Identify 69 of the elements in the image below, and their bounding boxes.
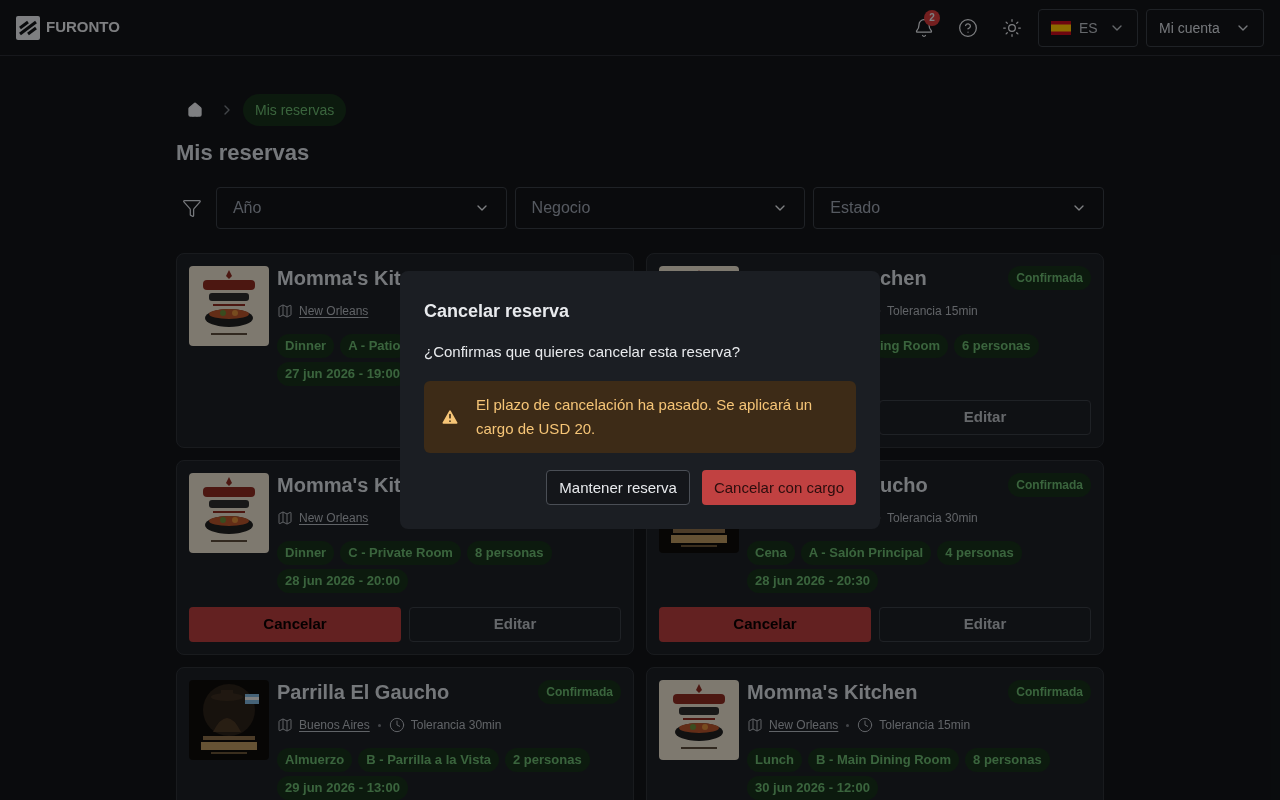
theme-toggle-icon[interactable]	[1002, 17, 1022, 38]
date-tag: 30 jun 2026 - 12:00	[747, 776, 878, 800]
notifications-button[interactable]: 2	[906, 9, 942, 46]
tag: A - Salón Principal	[800, 541, 932, 565]
tolerance-text: Tolerancia 30min	[410, 717, 502, 733]
language-select[interactable]: ES	[1038, 8, 1138, 47]
tolerance-text: Tolerancia 15min	[879, 717, 971, 733]
location-link[interactable]: New Orleans	[299, 510, 369, 526]
location-link[interactable]: New Orleans	[769, 717, 839, 733]
spain-flag-icon	[1051, 20, 1071, 35]
tag: Dinner	[277, 541, 335, 565]
status-badge: Confirmada	[1008, 680, 1091, 704]
help-icon[interactable]	[958, 17, 978, 38]
dialog-title: Cancelar reserva	[424, 299, 571, 323]
location-link[interactable]: New Orleans	[299, 303, 369, 319]
tag: 2 personas	[505, 748, 590, 772]
tag: Cena	[747, 541, 795, 565]
confirm-cancel-button[interactable]: Cancelar con cargo	[701, 470, 856, 506]
map-icon	[747, 717, 763, 733]
date-tag: 28 jun 2026 - 20:00	[277, 569, 408, 593]
separator-dot-icon	[377, 723, 381, 727]
status-badge: Confirmada	[538, 680, 621, 704]
date-tag: 28 jun 2026 - 20:30	[747, 569, 878, 593]
map-icon	[277, 510, 293, 526]
tolerance-text: Tolerancia 15min	[887, 303, 978, 319]
dialog-message: ¿Confirmas que quieres cancelar esta reserva?	[424, 341, 741, 362]
status-badge: Confirmada	[1008, 266, 1091, 290]
tag: B - Main Dining Room	[808, 748, 960, 772]
edit-button[interactable]: Editar	[409, 607, 621, 642]
tag: Almuerzo	[277, 748, 353, 772]
keep-reservation-button[interactable]: Mantener reserva	[546, 470, 690, 506]
restaurant-title: chen	[880, 267, 927, 289]
status-badge: Confirmada	[1008, 473, 1091, 497]
restaurant-title: Momma's Kit	[277, 267, 401, 289]
edit-button[interactable]: Editar	[879, 607, 1091, 642]
breadcrumb-current: Mis reservas	[243, 94, 347, 126]
filter-select[interactable]: Estado	[813, 187, 1104, 229]
page-title: Mis reservas	[176, 139, 311, 167]
clock-icon	[857, 717, 874, 733]
tag: 4 personas	[937, 541, 1022, 565]
location-link[interactable]: Buenos Aires	[299, 717, 370, 733]
brand-name: FURONTO	[46, 17, 120, 38]
date-tag: 29 jun 2026 - 13:00	[277, 776, 408, 800]
cancel-button[interactable]: Cancelar	[659, 607, 871, 642]
tag: Lunch	[747, 748, 802, 772]
filter-select[interactable]: Año	[215, 187, 507, 229]
warning-text: El plazo de cancelación ha pasado. Se aplicará un cargo de USD 20.	[476, 395, 814, 440]
clock-icon	[388, 717, 405, 733]
restaurant-title: Momma's Kit	[277, 474, 401, 496]
tag: 8 personas	[965, 748, 1050, 772]
logo-icon	[16, 15, 40, 40]
account-menu[interactable]: Mi cuenta	[1146, 8, 1264, 47]
cancel-button[interactable]: Cancelar	[189, 607, 401, 642]
restaurant-title: Parrilla El Gaucho	[277, 681, 450, 703]
filter-select[interactable]: Negocio	[514, 187, 806, 229]
map-icon	[277, 303, 293, 319]
tolerance-text: Tolerancia 30min	[887, 510, 978, 526]
tag: Dinner	[277, 334, 335, 358]
notification-badge: 2	[924, 9, 940, 26]
tag: 8 personas	[466, 541, 552, 565]
filter-icon	[182, 198, 202, 218]
tag: B - Parrilla a la Vista	[358, 748, 499, 772]
restaurant-title: Momma's Kitchen	[747, 681, 918, 703]
separator-dot-icon	[846, 723, 850, 727]
tag: C - Private Room	[340, 541, 461, 565]
restaurant-title: ucho	[880, 474, 928, 496]
map-icon	[277, 717, 293, 733]
home-icon[interactable]	[187, 102, 203, 118]
tag: 6 personas	[953, 334, 1039, 358]
